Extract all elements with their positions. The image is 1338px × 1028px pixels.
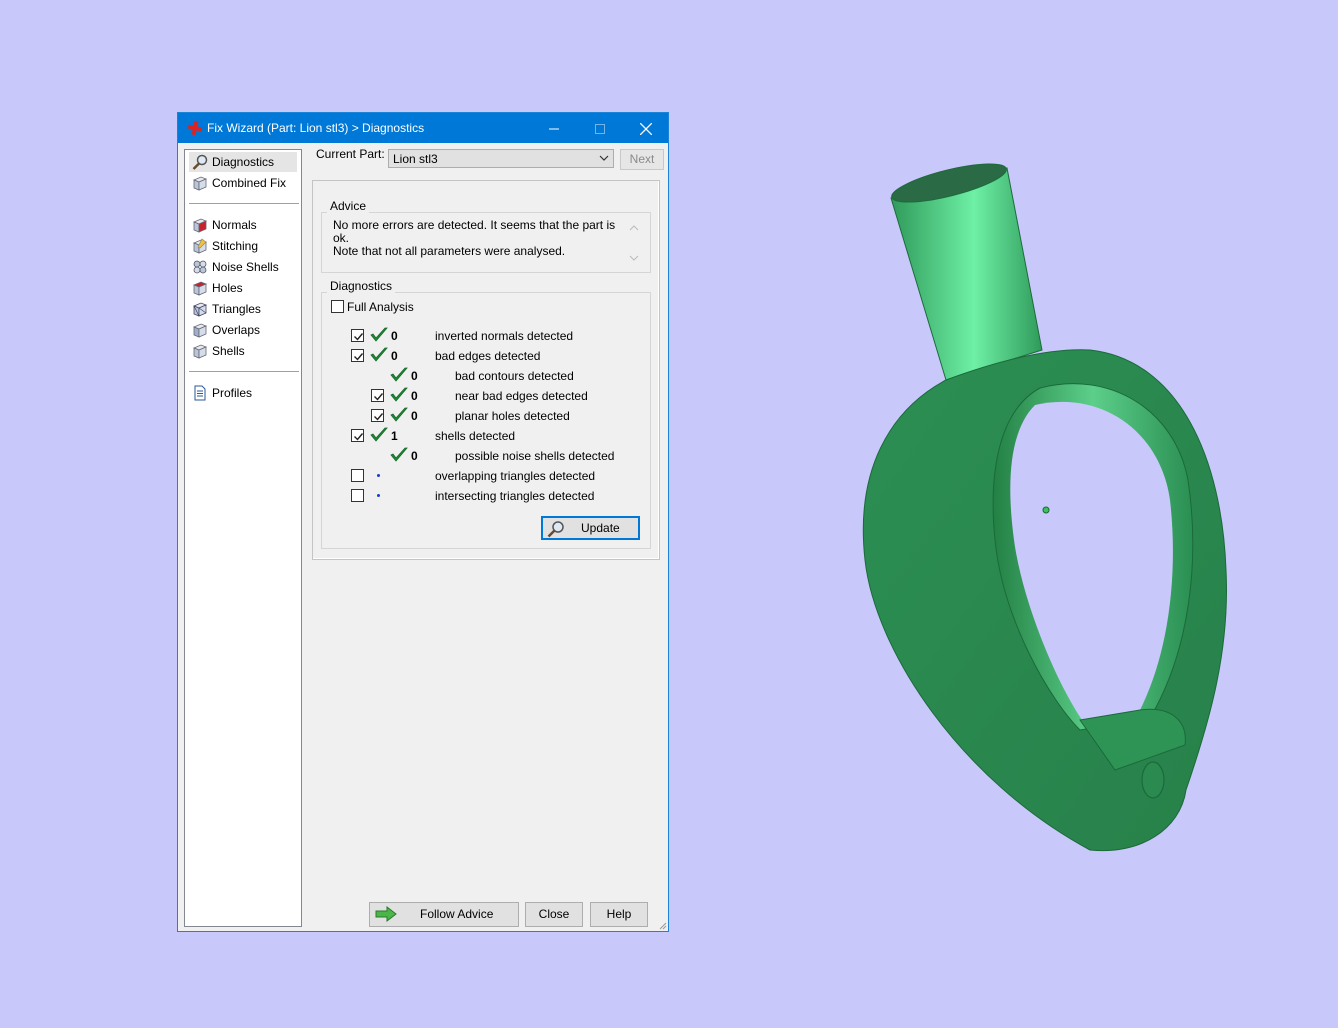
full-analysis-checkbox[interactable] — [331, 300, 344, 313]
green-check-icon — [390, 446, 408, 464]
diagnostic-label: overlapping triangles detected — [435, 469, 596, 483]
advice-scrollbar[interactable] — [626, 219, 642, 267]
close-button[interactable]: Close — [525, 902, 583, 927]
diagnostic-count: 0 — [411, 409, 418, 423]
diagnostic-count: 1 — [391, 429, 398, 443]
diagnostic-label: bad edges detected — [435, 349, 541, 363]
update-button[interactable]: Update — [541, 516, 640, 540]
3d-viewport[interactable] — [670, 0, 1338, 1028]
advice-title: Advice — [327, 199, 370, 213]
follow-advice-button[interactable]: Follow Advice — [369, 902, 519, 927]
full-analysis-label[interactable]: Full Analysis — [347, 300, 414, 314]
3d-model[interactable] — [862, 156, 1227, 852]
diagnostic-count: 0 — [411, 369, 418, 383]
diagnostic-label: inverted normals detected — [435, 329, 574, 343]
green-check-icon — [370, 426, 388, 444]
diagnostic-label: possible noise shells detected — [455, 449, 615, 463]
diagnostic-checkbox[interactable] — [351, 489, 364, 502]
diagnostic-label: near bad edges detected — [455, 389, 588, 403]
diagnostic-count: 0 — [391, 329, 398, 343]
diagnostic-label: bad contours detected — [455, 369, 574, 383]
diagnostic-label: shells detected — [435, 429, 516, 443]
diagnostic-checkbox[interactable] — [351, 349, 364, 362]
green-check-icon — [370, 326, 388, 344]
green-check-icon — [390, 386, 408, 404]
advice-line-1: No more errors are detected. It seems th… — [333, 218, 616, 245]
diagnostic-checkbox[interactable] — [351, 429, 364, 442]
dialog-content: Advice No more errors are detected. It s… — [177, 112, 669, 932]
diagnostic-checkbox[interactable] — [351, 329, 364, 342]
diagnostic-checkbox[interactable] — [371, 409, 384, 422]
diagnostic-checkbox[interactable] — [351, 469, 364, 482]
pending-dot-icon — [377, 474, 380, 477]
diagnostic-count: 0 — [391, 349, 398, 363]
green-check-icon — [390, 406, 408, 424]
advice-text: No more errors are detected. It seems th… — [333, 219, 617, 258]
diagnostic-count: 0 — [411, 389, 418, 403]
green-check-icon — [370, 346, 388, 364]
diagnostic-count: 0 — [411, 449, 418, 463]
help-button[interactable]: Help — [590, 902, 648, 927]
diagnostics-title: Diagnostics — [327, 279, 396, 293]
green-check-icon — [390, 366, 408, 384]
resize-grip-icon[interactable] — [657, 920, 667, 930]
arrow-right-icon — [375, 906, 397, 922]
diagnostic-label: intersecting triangles detected — [435, 489, 595, 503]
diagnostic-label: planar holes detected — [455, 409, 570, 423]
magnifier-icon — [547, 521, 564, 538]
advice-line-2: Note that not all parameters were analys… — [333, 244, 566, 258]
pending-dot-icon — [377, 494, 380, 497]
diagnostic-checkbox[interactable] — [371, 389, 384, 402]
